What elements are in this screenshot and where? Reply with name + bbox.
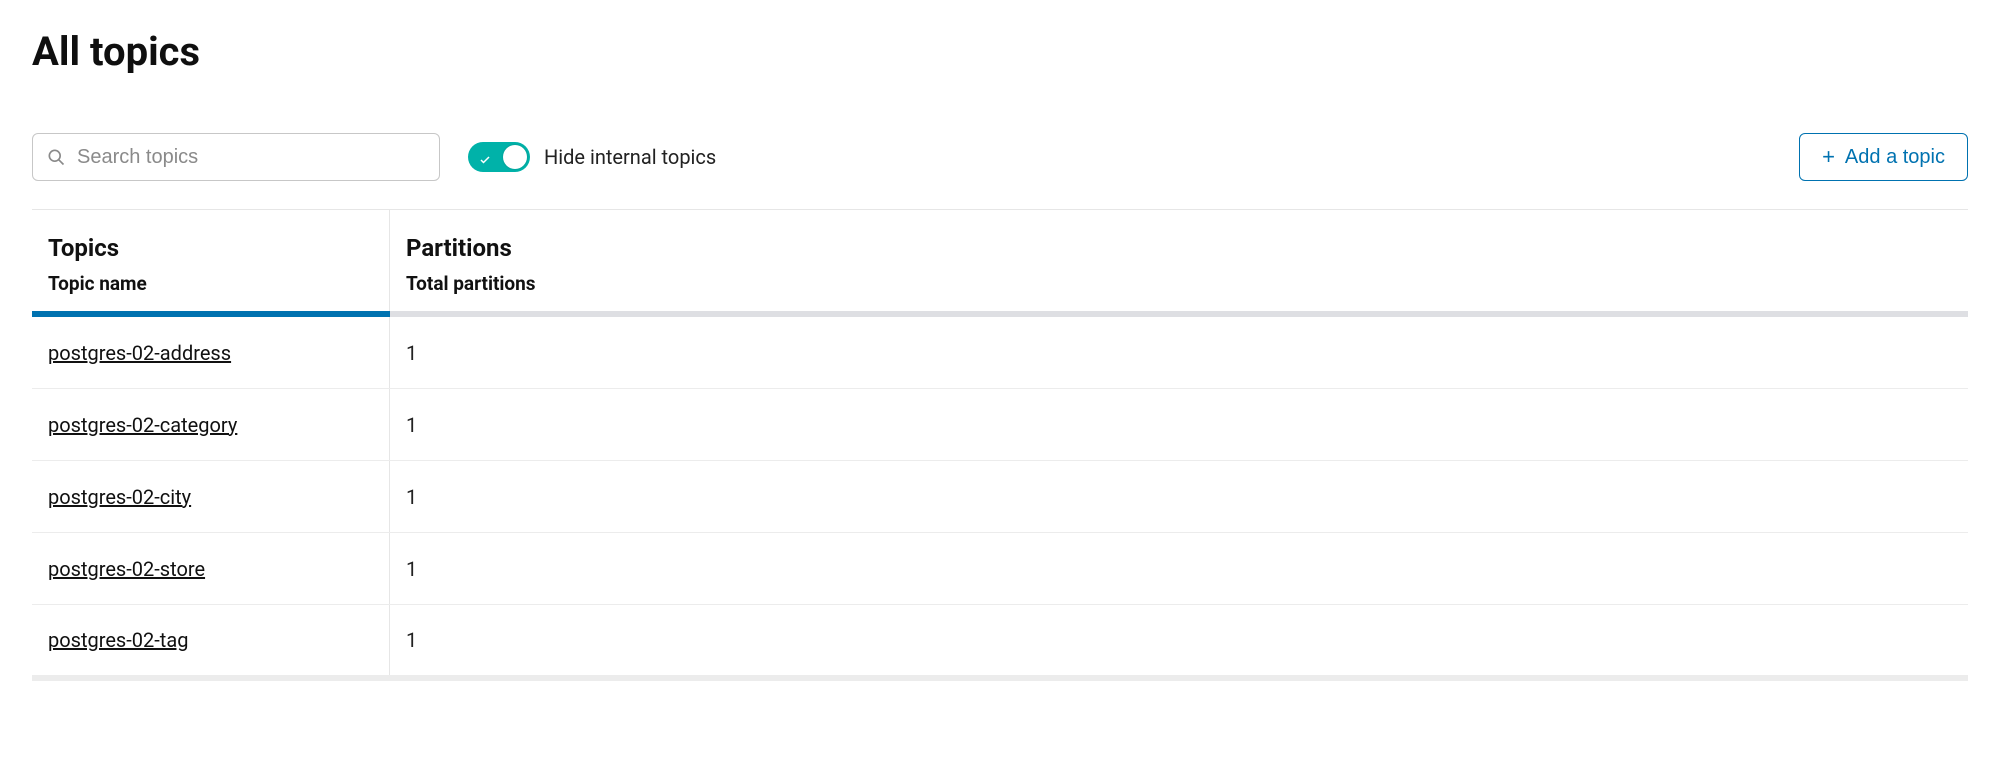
table-row: postgres-02-store 1	[32, 533, 1968, 605]
cell-partitions: 1	[390, 461, 1968, 532]
column-group-partitions: Partitions Total partitions	[390, 210, 1968, 311]
controls-row: Hide internal topics + Add a topic	[32, 133, 1968, 181]
cell-topic: postgres-02-tag	[32, 605, 390, 675]
hide-internal-toggle-group: Hide internal topics	[468, 142, 716, 172]
cell-topic: postgres-02-address	[32, 317, 390, 388]
cell-topic: postgres-02-category	[32, 389, 390, 460]
table-head: Topics Topic name Partitions Total parti…	[32, 210, 1968, 317]
table-row: postgres-02-tag 1	[32, 605, 1968, 681]
hide-internal-toggle[interactable]	[468, 142, 530, 172]
topics-table: Topics Topic name Partitions Total parti…	[32, 209, 1968, 681]
topic-link[interactable]: postgres-02-city	[48, 485, 191, 509]
cell-partitions: 1	[390, 389, 1968, 460]
table-body: postgres-02-address1postgres-02-category…	[32, 317, 1968, 681]
column-topic-name: Topic name	[48, 272, 373, 295]
table-row: postgres-02-city 1	[32, 461, 1968, 533]
hide-internal-label: Hide internal topics	[544, 145, 716, 169]
cell-topic: postgres-02-store	[32, 533, 390, 604]
cell-topic: postgres-02-city	[32, 461, 390, 532]
add-topic-button-label: Add a topic	[1845, 146, 1945, 169]
table-row: postgres-02-address 1	[32, 317, 1968, 389]
check-icon	[479, 151, 491, 163]
search-wrap	[32, 133, 440, 181]
cell-partitions: 1	[390, 317, 1968, 388]
toggle-knob	[503, 145, 527, 169]
topic-link[interactable]: postgres-02-store	[48, 557, 205, 581]
page-title: All topics	[32, 28, 1968, 75]
topic-link[interactable]: postgres-02-category	[48, 413, 237, 437]
column-group-partitions-title: Partitions	[406, 234, 1952, 262]
add-topic-button[interactable]: + Add a topic	[1799, 133, 1968, 181]
plus-icon: +	[1822, 146, 1835, 168]
topic-link[interactable]: postgres-02-address	[48, 341, 231, 365]
column-group-topics-title: Topics	[48, 234, 373, 262]
cell-partitions: 1	[390, 533, 1968, 604]
table-row: postgres-02-category 1	[32, 389, 1968, 461]
topic-link[interactable]: postgres-02-tag	[48, 628, 188, 652]
search-input[interactable]	[32, 133, 440, 181]
cell-partitions: 1	[390, 605, 1968, 675]
column-total-partitions: Total partitions	[406, 272, 1952, 295]
column-group-topics: Topics Topic name	[32, 210, 390, 311]
